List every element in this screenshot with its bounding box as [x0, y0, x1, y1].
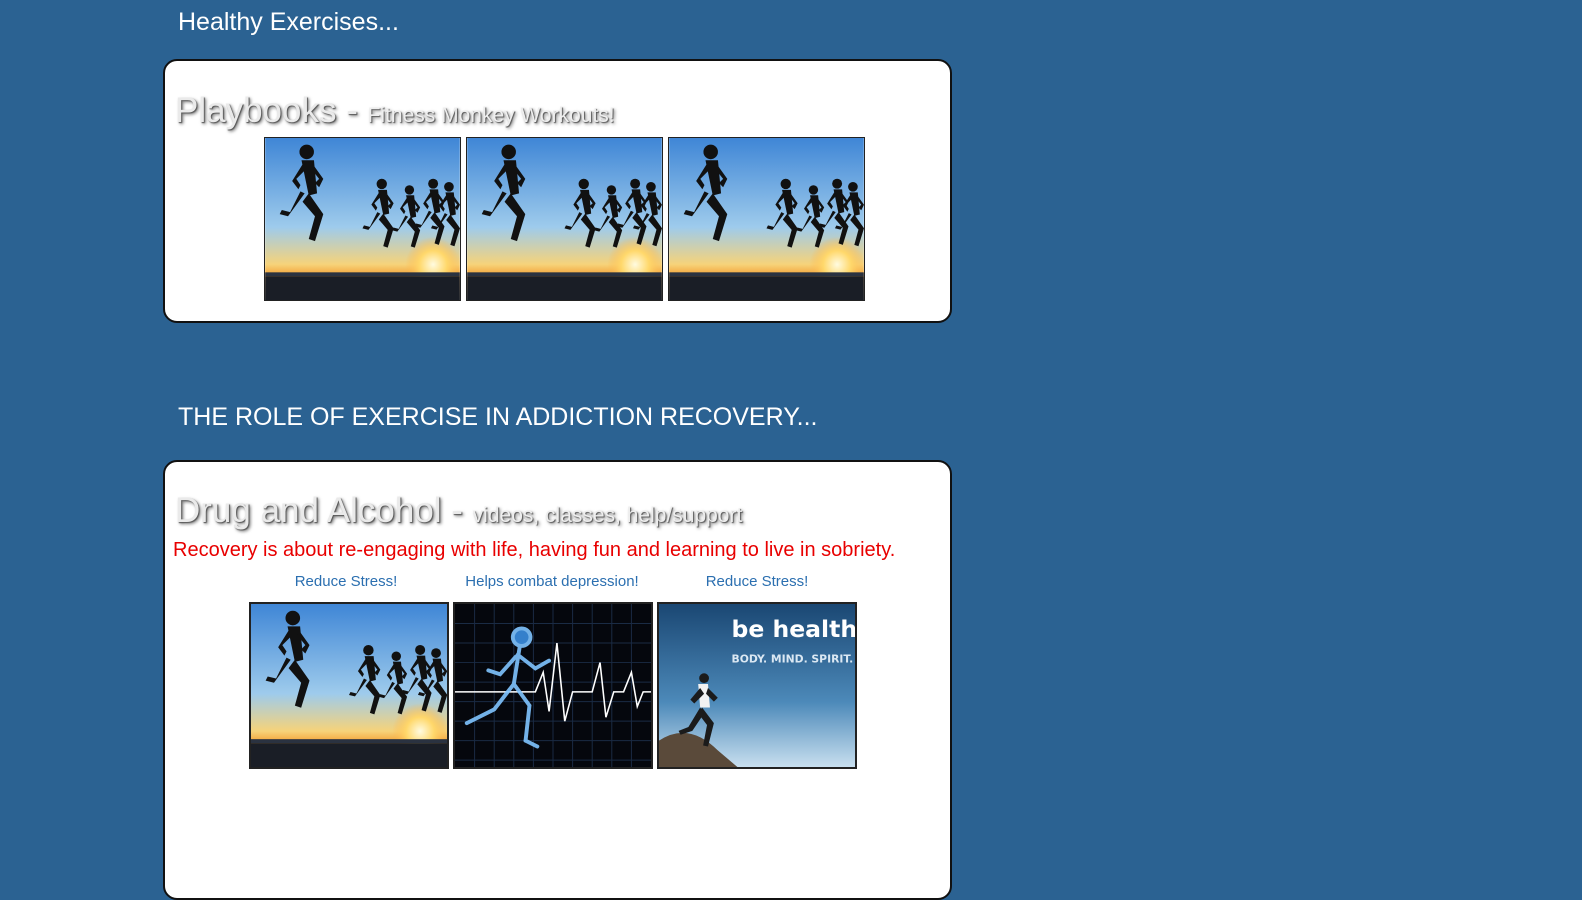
caption-link-reduce-stress[interactable]: Reduce Stress! [657, 573, 857, 590]
caption-link-reduce-stress[interactable]: Reduce Stress! [246, 573, 446, 590]
drug-alcohol-heading-sub[interactable]: videos, classes, help/support [473, 504, 743, 527]
runners-sunset-image [467, 138, 662, 300]
playbooks-card: Playbooks - Fitness Monkey Workouts! [163, 59, 952, 323]
playbooks-heading-main[interactable]: Playbooks - [175, 91, 368, 130]
drug-alcohol-card: Drug and Alcohol - videos, classes, help… [163, 460, 952, 900]
workout-thumbnail[interactable] [264, 137, 461, 301]
section-title-addiction-recovery: THE ROLE OF EXERCISE IN ADDICTION RECOVE… [178, 403, 818, 431]
playbooks-heading-sub[interactable]: Fitness Monkey Workouts! [368, 104, 615, 127]
playbooks-heading[interactable]: Playbooks - Fitness Monkey Workouts! [175, 91, 615, 131]
drug-alcohol-heading-main[interactable]: Drug and Alcohol - [175, 491, 473, 530]
recovery-thumbnail[interactable]: be healthy BODY. MIND. SPIRIT. [657, 602, 857, 769]
be-healthy-runner-image: be healthy BODY. MIND. SPIRIT. [659, 604, 855, 767]
be-healthy-sub: BODY. MIND. SPIRIT. [732, 653, 854, 666]
recovery-thumbnail[interactable] [453, 602, 653, 769]
runners-sunset-image [265, 138, 460, 300]
workout-thumbnail[interactable] [668, 137, 865, 301]
recovery-quote: Recovery is about re-engaging with life,… [173, 539, 896, 561]
section-title-healthy-exercises: Healthy Exercises... [178, 8, 399, 36]
be-healthy-title: be healthy [732, 615, 855, 643]
xray-runner-heartbeat-image [455, 604, 651, 767]
caption-link-combat-depression[interactable]: Helps combat depression! [452, 573, 652, 590]
workout-thumbnail[interactable] [466, 137, 663, 301]
drug-alcohol-heading[interactable]: Drug and Alcohol - videos, classes, help… [175, 491, 742, 531]
runners-sunset-image [251, 604, 447, 767]
recovery-thumbnail[interactable] [249, 602, 449, 769]
runners-sunset-image [669, 138, 864, 300]
